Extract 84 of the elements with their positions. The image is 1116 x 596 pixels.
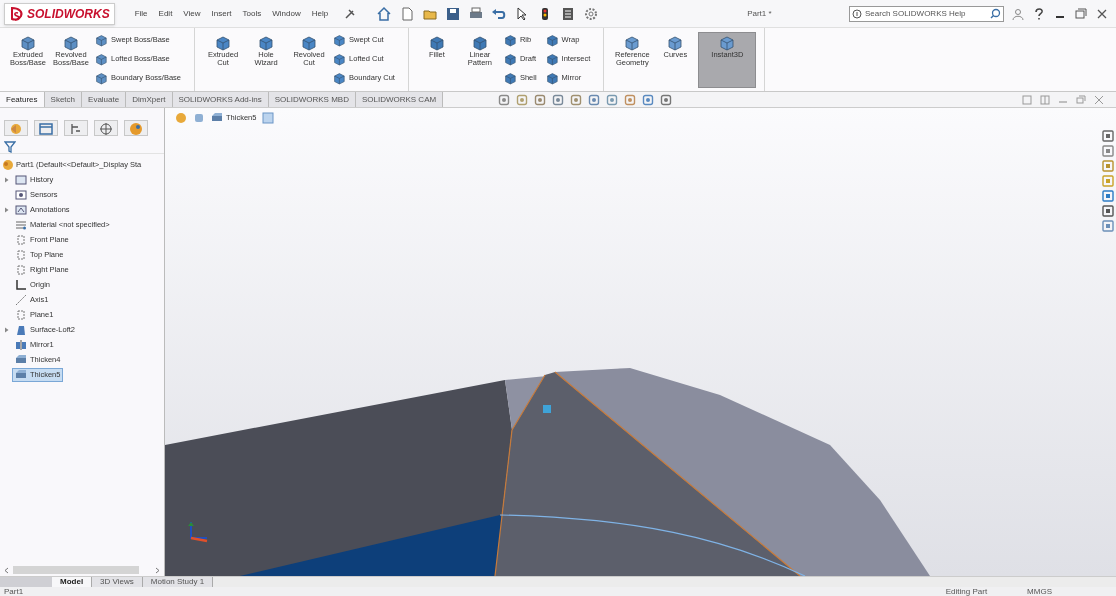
menu-item[interactable]: Insert: [211, 7, 232, 20]
part-icon[interactable]: [175, 112, 187, 124]
menu-item[interactable]: Tools: [242, 7, 262, 20]
new-document-icon[interactable]: [399, 5, 416, 22]
plane-icon: [15, 308, 27, 321]
pin-icon[interactable]: [344, 7, 357, 20]
user-icon[interactable]: [1012, 7, 1024, 20]
plane-icon: [15, 248, 27, 261]
cube-icon: [503, 52, 517, 66]
menu-item[interactable]: Help: [311, 7, 329, 20]
thicken-icon: [211, 112, 223, 124]
help-icon[interactable]: [1033, 7, 1045, 20]
command-tab[interactable]: SOLIDWORKS CAM: [355, 92, 444, 107]
part-icon: [2, 158, 14, 171]
command-tab[interactable]: SOLIDWORKS MBD: [268, 92, 356, 107]
expand-arrow-icon[interactable]: [3, 326, 9, 333]
plane-icon: [15, 263, 27, 276]
expand-arrow-icon[interactable]: [3, 176, 9, 183]
display-manager-icon[interactable]: [128, 121, 144, 135]
thicken-icon: [15, 353, 27, 366]
status-text: Part1: [4, 587, 24, 596]
search-icon[interactable]: [990, 7, 1001, 19]
app-logo: SOLIDWORKS: [4, 2, 115, 25]
selection-box-icon[interactable]: [262, 112, 275, 124]
menu-item[interactable]: Window: [272, 7, 301, 20]
cube-icon: [428, 35, 445, 51]
menu-item[interactable]: View: [183, 7, 201, 20]
cube-icon: [333, 33, 347, 47]
cube-icon: [258, 35, 275, 51]
expand-arrow-icon[interactable]: [3, 206, 9, 213]
close-icon[interactable]: [1096, 7, 1108, 20]
cube-icon: [667, 35, 684, 51]
status-text: Editing Part: [945, 587, 988, 596]
cube-icon: [95, 52, 108, 66]
cube-icon: [545, 71, 559, 85]
thicken-icon: [15, 368, 27, 381]
scrollbar[interactable]: [13, 566, 139, 574]
crosshair-icon[interactable]: [98, 121, 114, 135]
restore-icon[interactable]: [1076, 94, 1086, 105]
axis-icon: [15, 293, 27, 306]
document-title: Part1 *: [747, 7, 772, 20]
filter-icon[interactable]: [4, 140, 16, 153]
property-manager-icon[interactable]: [38, 121, 54, 135]
cube-icon: [333, 71, 347, 85]
command-tab[interactable]: Features: [0, 92, 45, 107]
cube-icon: [95, 71, 108, 85]
cube-icon: [545, 52, 559, 66]
cube-icon: [20, 35, 36, 51]
cube-icon: [471, 35, 488, 51]
menu-item[interactable]: File: [134, 7, 148, 20]
cube-icon: [624, 35, 641, 51]
cube-icon: [719, 35, 736, 51]
command-tab[interactable]: Evaluate: [82, 92, 127, 107]
save-icon[interactable]: [445, 5, 462, 22]
scroll-right-icon[interactable]: [155, 566, 160, 574]
annotation-icon: [15, 203, 27, 216]
search-field[interactable]: Search SOLIDWORKS Help: [849, 5, 1004, 22]
settings-icon[interactable]: [583, 5, 600, 22]
restore-icon[interactable]: [1075, 7, 1087, 20]
cube-icon: [333, 52, 347, 66]
cube-icon: [545, 33, 559, 47]
cube-icon: [503, 71, 517, 85]
cube-icon: [301, 35, 318, 51]
cube-icon: [63, 35, 79, 51]
origin-icon: [15, 278, 27, 291]
cube-icon: [95, 33, 108, 47]
command-tab[interactable]: Sketch: [44, 92, 83, 107]
scroll-left-icon[interactable]: [4, 566, 9, 574]
plane-icon: [15, 233, 27, 246]
tile-icon[interactable]: [1040, 94, 1050, 105]
sensor-icon: [15, 188, 27, 201]
mirror-icon: [15, 338, 27, 351]
units-label[interactable]: MMGS: [1027, 587, 1052, 596]
command-tab[interactable]: SOLIDWORKS Add-ins: [172, 92, 269, 107]
material-icon: [15, 218, 27, 231]
feature-manager-icon[interactable]: [8, 121, 24, 135]
surface-icon: [15, 323, 27, 336]
info-icon: [852, 8, 862, 19]
cube-icon: [215, 35, 232, 51]
menu-item[interactable]: Edit: [158, 7, 173, 20]
command-tab[interactable]: DimXpert: [126, 92, 173, 107]
body-icon[interactable]: [193, 112, 205, 124]
tile-icon[interactable]: [1022, 94, 1032, 105]
cube-icon: [503, 33, 517, 47]
